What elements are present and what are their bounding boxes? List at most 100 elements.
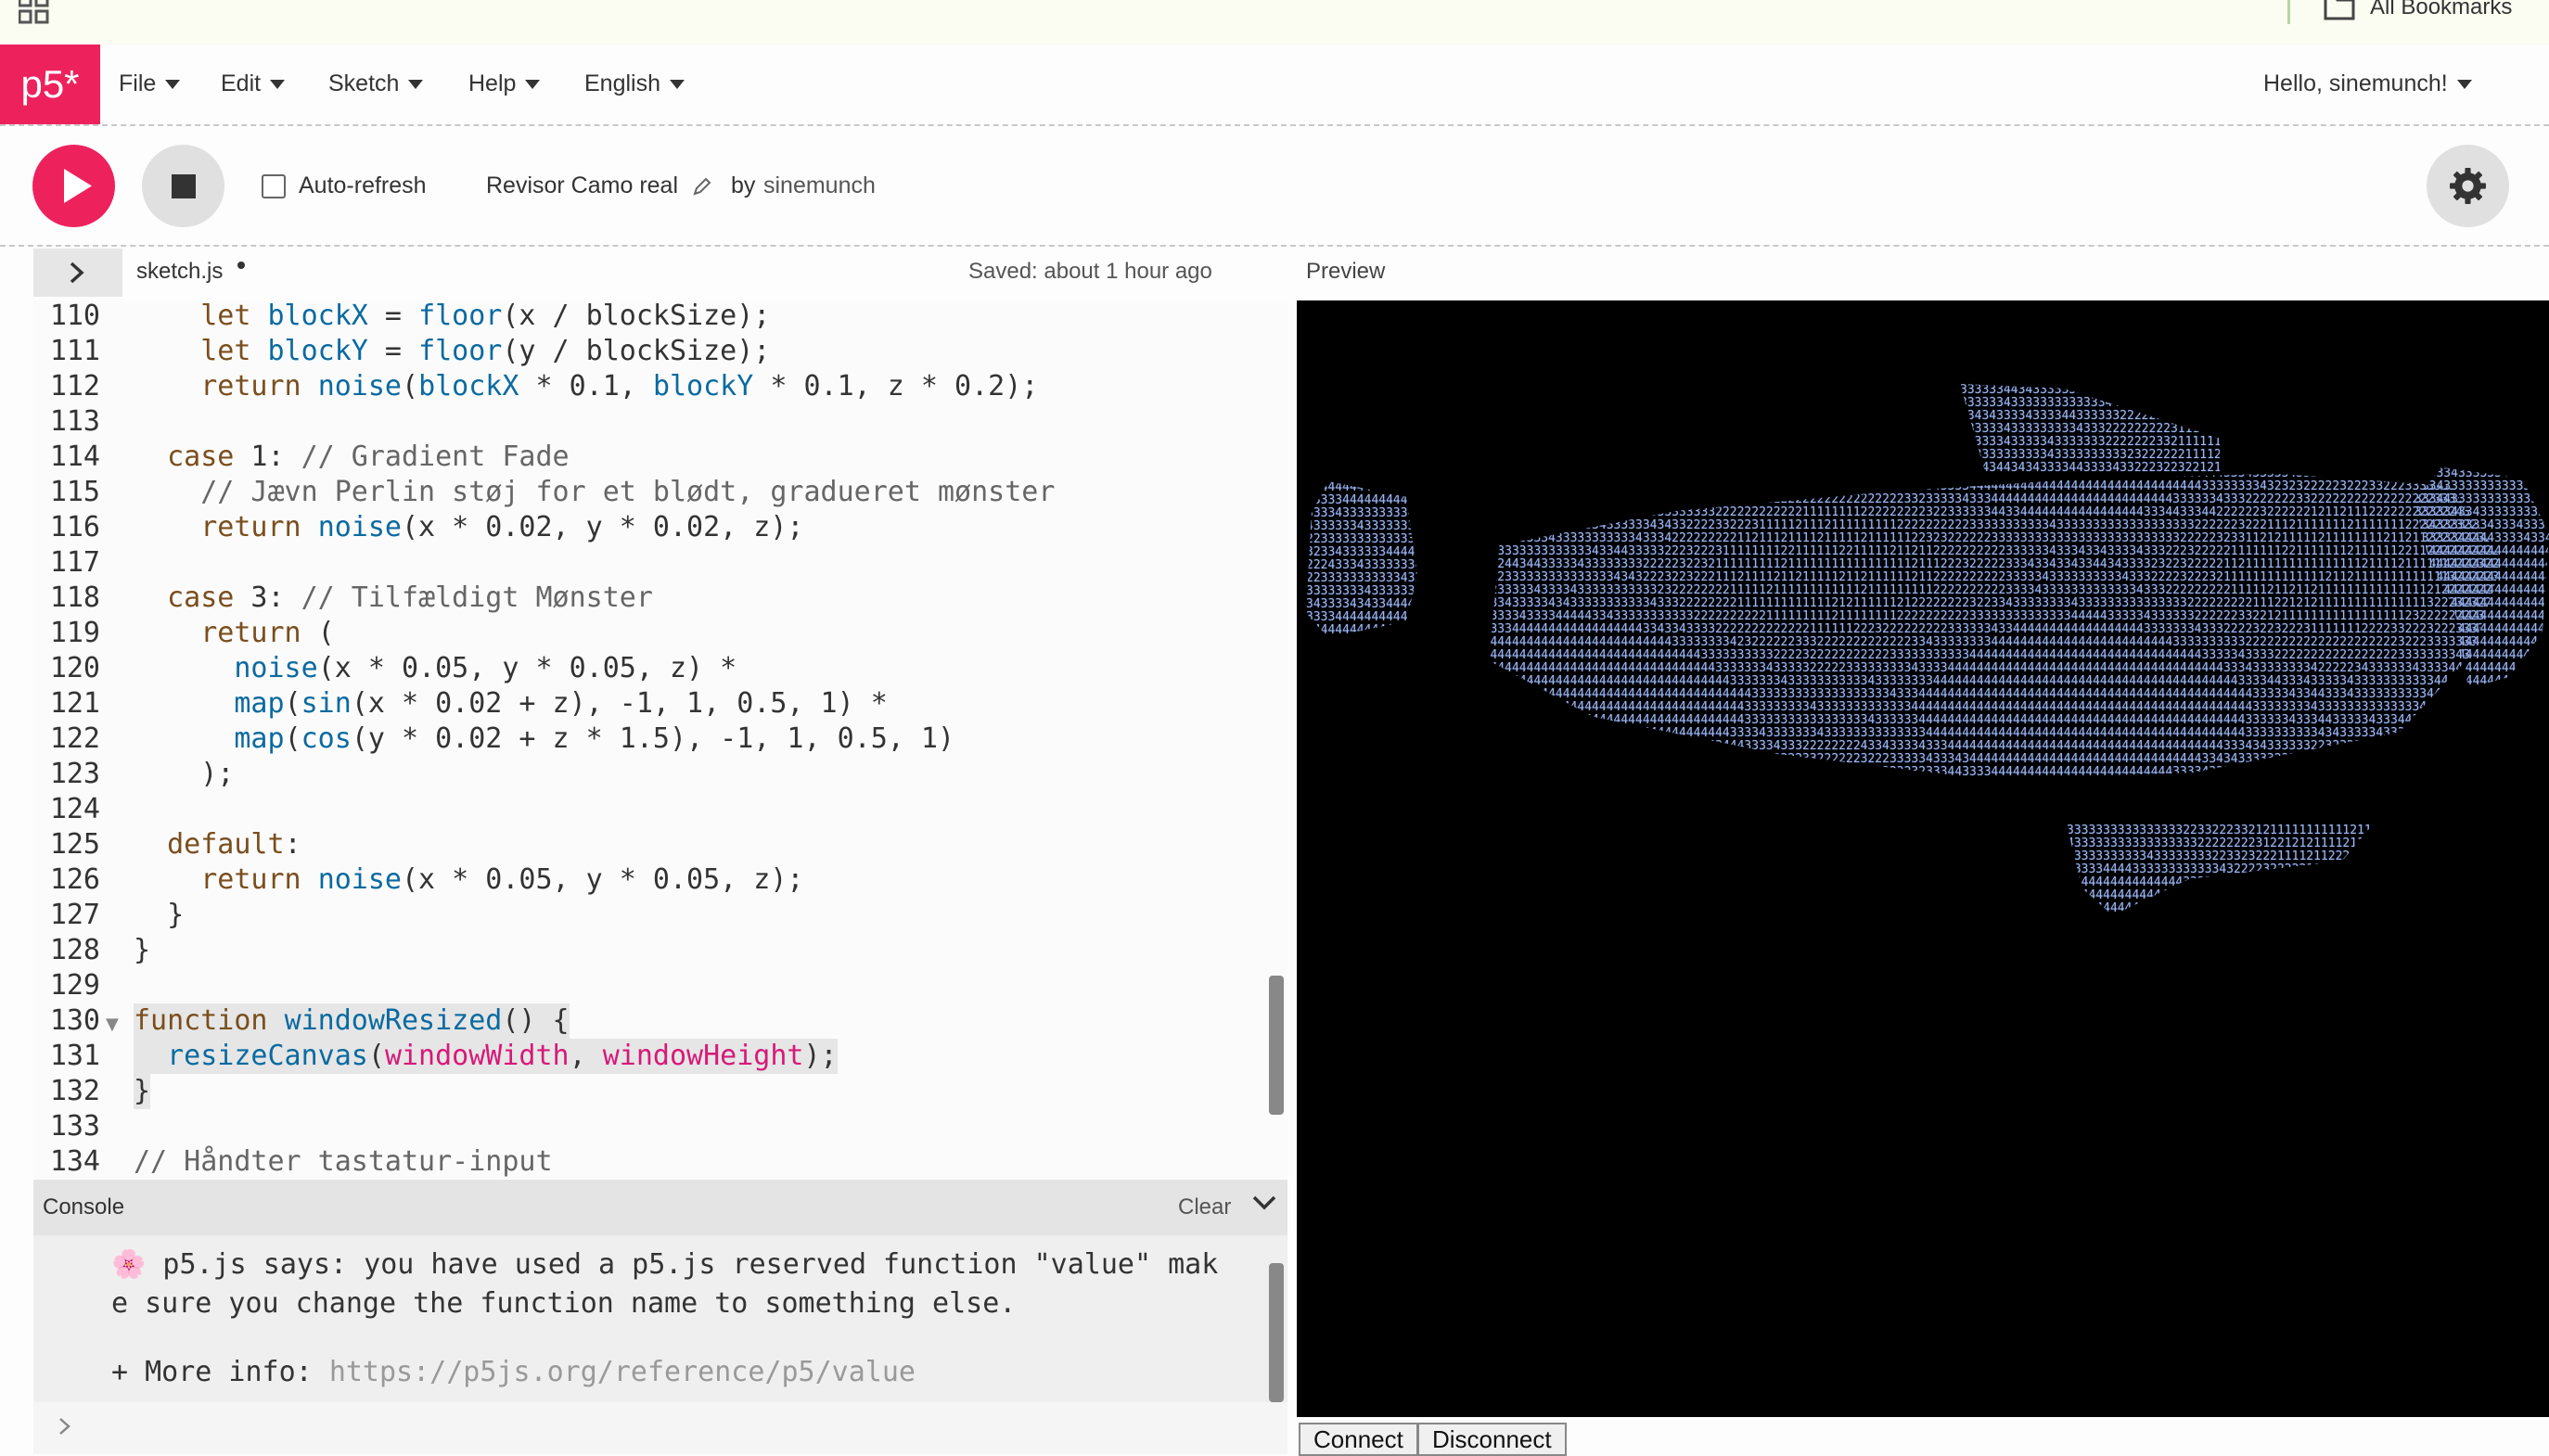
code-text: } xyxy=(134,1074,151,1109)
line-number: 121 xyxy=(49,687,100,720)
code-line[interactable]: 121 map(sin(x * 0.02 + z), -1, 1, 0.5, 1… xyxy=(33,686,1287,722)
caret-down-icon xyxy=(525,80,541,90)
file-tab-sketch-js[interactable]: sketch.js xyxy=(136,259,223,285)
p5-logo[interactable]: p5* xyxy=(0,45,100,124)
folder-icon xyxy=(2324,0,2355,20)
line-number: 132 xyxy=(49,1075,100,1107)
console-message-line-1: 🌸 p5.js says: you have used a p5.js rese… xyxy=(111,1248,1219,1281)
menu-file[interactable]: File xyxy=(119,70,181,97)
console-output: 🌸 p5.js says: you have used a p5.js rese… xyxy=(33,1235,1287,1402)
sidebar-toggle-button[interactable] xyxy=(33,249,122,297)
code-text: return noise(x * 0.02, y * 0.02, z); xyxy=(200,511,804,543)
line-number: 113 xyxy=(49,405,100,438)
code-line[interactable]: 114 case 1: // Gradient Fade xyxy=(33,440,1287,475)
chevron-down-icon[interactable] xyxy=(1252,1191,1276,1215)
settings-button[interactable] xyxy=(2427,145,2509,227)
line-number: 119 xyxy=(49,617,100,649)
code-text: return noise(blockX * 0.1, blockY * 0.1,… xyxy=(200,370,1039,402)
caret-down-icon xyxy=(270,80,286,90)
code-editor[interactable]: 110 let blockX = floor(x / blockSize); 11… xyxy=(33,300,1287,1178)
preview-label: Preview xyxy=(1306,259,1386,284)
code-line[interactable]: 119 return ( xyxy=(33,616,1287,651)
code-text: } xyxy=(134,899,185,931)
line-number: 120 xyxy=(49,652,100,684)
ascii-block: 4444444444444444 4333344444444444 333343… xyxy=(1306,481,1417,637)
line-number: 111 xyxy=(49,335,100,367)
menu-language-label: English xyxy=(584,70,660,96)
code-line[interactable]: 115 // Jævn Perlin støj for et blødt, gr… xyxy=(33,475,1287,510)
code-line[interactable]: 113 xyxy=(33,404,1287,440)
code-line[interactable]: 111 let blockY = floor(y / blockSize); xyxy=(33,334,1287,369)
code-line[interactable]: 118 case 3: // Tilfældigt Mønster xyxy=(33,581,1287,616)
serial-controls: Connect Disconnect xyxy=(1297,1417,2549,1456)
stop-button[interactable] xyxy=(142,145,224,227)
line-number: 129 xyxy=(49,969,100,1002)
code-line[interactable]: 124 xyxy=(33,792,1287,827)
code-line[interactable]: 120 noise(x * 0.05, y * 0.05, z) * xyxy=(33,651,1287,686)
code-line[interactable]: 122 map(cos(y * 0.02 + z * 1.5), -1, 1, … xyxy=(33,722,1287,757)
code-line[interactable]: 126 return noise(x * 0.05, y * 0.05, z); xyxy=(33,862,1287,898)
code-line[interactable]: 116 return noise(x * 0.02, y * 0.02, z); xyxy=(33,510,1287,545)
console-input-row[interactable] xyxy=(33,1402,1287,1454)
editor-scrollbar[interactable] xyxy=(1269,976,1284,1115)
top-nav: p5* File Edit Sketch Help English Hello,… xyxy=(0,45,2549,126)
user-menu[interactable]: Hello, sinemunch! xyxy=(2263,70,2472,97)
code-line[interactable]: 128} xyxy=(33,933,1287,968)
author-link[interactable]: sinemunch xyxy=(763,172,876,199)
auto-refresh-checkbox[interactable] xyxy=(262,174,286,198)
bookmarks-separator xyxy=(2287,0,2290,24)
console-header: Console Clear xyxy=(33,1180,1287,1235)
auto-refresh-label: Auto-refresh xyxy=(299,172,427,198)
code-text: return ( xyxy=(200,617,335,649)
disconnect-button[interactable]: Disconnect xyxy=(1417,1423,1567,1456)
code-line[interactable]: 130 function windowResized() { xyxy=(33,1003,1287,1039)
line-number: 112 xyxy=(49,370,100,402)
code-line[interactable]: 133 xyxy=(33,1109,1287,1144)
code-line[interactable]: 123 ); xyxy=(33,757,1287,792)
fold-triangle-icon[interactable]: ▼ xyxy=(106,1015,119,1034)
user-menu-label: Hello, sinemunch! xyxy=(2263,70,2448,96)
code-line[interactable]: 125 default: xyxy=(33,827,1287,862)
connect-button[interactable]: Connect xyxy=(1299,1423,1418,1456)
menu-edit-label: Edit xyxy=(221,70,262,96)
all-bookmarks-link[interactable]: All Bookmarks xyxy=(2370,0,2512,20)
menu-edit[interactable]: Edit xyxy=(221,70,286,97)
code-line[interactable]: 112 return noise(blockX * 0.1, blockY * … xyxy=(33,369,1287,404)
caret-down-icon xyxy=(165,80,181,90)
chevron-right-icon xyxy=(70,262,84,284)
code-line[interactable]: 110 let blockX = floor(x / blockSize); xyxy=(33,300,1287,334)
sketch-name[interactable]: Revisor Camo real xyxy=(486,172,678,199)
sketch-preview-canvas[interactable]: 4444444444444444444444444444444444333333… xyxy=(1297,300,2549,1417)
code-text: function windowResized() { xyxy=(134,1003,570,1039)
console-message-line-2: e sure you change the function name to s… xyxy=(111,1287,1017,1320)
code-line[interactable]: 131 resizeCanvas(windowWidth, windowHeig… xyxy=(33,1039,1287,1074)
apps-grid-icon[interactable] xyxy=(19,0,50,24)
ascii-block: 4444444444444444444444444444444444333333… xyxy=(1468,467,2500,779)
code-text: } xyxy=(134,934,151,966)
pencil-icon[interactable] xyxy=(692,176,712,197)
code-line[interactable]: 127 } xyxy=(33,898,1287,933)
line-number: 118 xyxy=(49,581,100,614)
line-number: 122 xyxy=(49,722,100,755)
code-line[interactable]: 129 xyxy=(33,968,1287,1003)
code-text: // Håndter tastatur-input xyxy=(134,1145,553,1178)
console-scrollbar[interactable] xyxy=(1269,1263,1284,1402)
code-text: resizeCanvas(windowWidth, windowHeight); xyxy=(134,1039,838,1074)
code-line[interactable]: 134 // Håndter tastatur-input xyxy=(33,1144,1287,1178)
unsaved-indicator xyxy=(237,262,245,269)
menu-sketch[interactable]: Sketch xyxy=(328,70,424,97)
more-info-link[interactable]: https://p5js.org/reference/p5/value xyxy=(329,1356,916,1388)
code-line[interactable]: 132} xyxy=(33,1074,1287,1109)
code-line[interactable]: 117 xyxy=(33,545,1287,581)
code-text: map(sin(x * 0.02 + z), -1, 1, 0.5, 1) * xyxy=(234,687,888,720)
menu-language[interactable]: English xyxy=(584,70,685,97)
line-number: 128 xyxy=(49,934,100,966)
play-button[interactable] xyxy=(32,145,115,227)
menu-help[interactable]: Help xyxy=(468,70,541,97)
code-text: return noise(x * 0.05, y * 0.05, z); xyxy=(200,863,804,896)
code-text: case 1: // Gradient Fade xyxy=(167,441,570,473)
code-text: // Jævn Perlin støj for et blødt, gradue… xyxy=(200,476,1056,508)
console-more-info: + More info: https://p5js.org/reference/… xyxy=(111,1356,916,1388)
console-clear-button[interactable]: Clear xyxy=(1178,1194,1231,1220)
code-text: let blockY = floor(y / blockSize); xyxy=(200,335,771,367)
